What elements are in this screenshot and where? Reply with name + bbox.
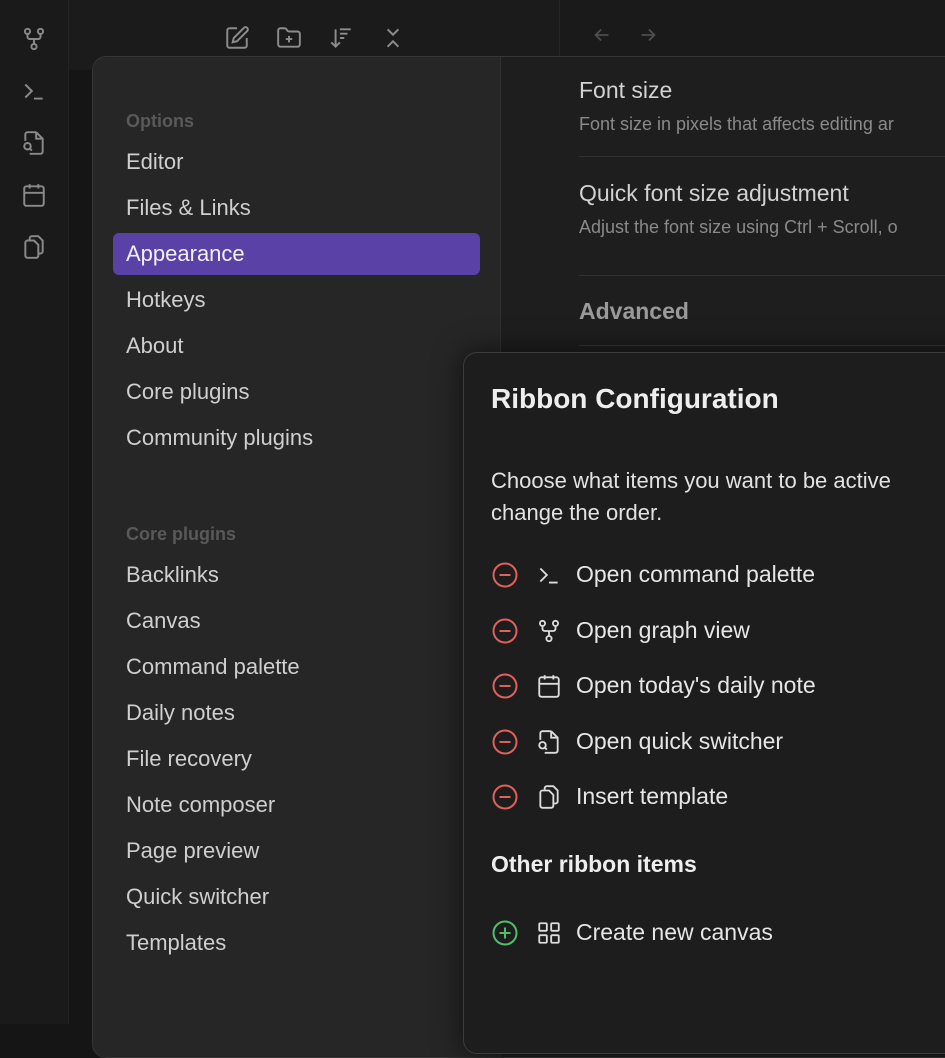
modal-description: Choose what items you want to be active … <box>491 465 945 529</box>
ribbon-item-label: Create new canvas <box>576 919 773 945</box>
sidebar-item-editor[interactable]: Editor <box>113 141 480 183</box>
sidebar-item-templates[interactable]: Templates <box>113 922 480 964</box>
ribbon-item-row: Open command palette <box>491 558 945 592</box>
sidebar-item-quick-switcher[interactable]: Quick switcher <box>113 876 480 918</box>
back-arrow-icon[interactable] <box>589 22 615 48</box>
sidebar-item-about[interactable]: About <box>113 325 480 367</box>
graph-icon[interactable] <box>20 25 48 53</box>
sidebar-item-daily-notes[interactable]: Daily notes <box>113 692 480 734</box>
ribbon-configuration-modal: Ribbon Configuration Choose what items y… <box>463 352 945 1054</box>
new-folder-icon[interactable] <box>275 24 303 52</box>
sidebar-item-files-links[interactable]: Files & Links <box>113 187 480 229</box>
remove-item-button[interactable] <box>491 672 519 700</box>
ribbon-item-row: Create new canvas <box>491 916 945 950</box>
ribbon-item-label: Open graph view <box>576 616 750 643</box>
advanced-heading: Advanced <box>579 298 689 324</box>
remove-item-button[interactable] <box>491 728 519 756</box>
sidebar-item-note-composer[interactable]: Note composer <box>113 784 480 826</box>
setting-divider <box>579 156 945 157</box>
ribbon-item-row: Open graph view <box>491 614 945 648</box>
ribbon-item-row: Open quick switcher <box>491 725 945 759</box>
sidebar-item-page-preview[interactable]: Page preview <box>113 830 480 872</box>
add-item-button[interactable] <box>491 919 519 947</box>
sidebar-section-heading: Options <box>126 111 194 131</box>
sidebar-section-heading: Core plugins <box>126 524 237 544</box>
sidebar-item-community-plugins[interactable]: Community plugins <box>113 417 480 459</box>
layout-grid-icon <box>535 919 563 947</box>
graph-icon <box>535 617 563 645</box>
copy-icon <box>535 783 563 811</box>
sort-icon[interactable] <box>327 24 355 52</box>
setting-divider <box>579 275 945 276</box>
forward-arrow-icon[interactable] <box>635 22 661 48</box>
settings-sidebar: Options Editor Files & Links Appearance Hotk… <box>93 57 501 1057</box>
modal-description-line: Choose what items you want to be active <box>491 468 891 493</box>
file-search-icon[interactable] <box>20 129 48 157</box>
sidebar-item-canvas[interactable]: Canvas <box>113 600 480 642</box>
copy-icon[interactable] <box>20 233 48 261</box>
ribbon-item-row: Insert template <box>491 780 945 814</box>
modal-title: Ribbon Configuration <box>491 383 779 414</box>
calendar-icon <box>535 672 563 700</box>
terminal-icon[interactable] <box>20 77 48 105</box>
modal-description-line: change the order. <box>491 500 663 525</box>
sidebar-item-backlinks[interactable]: Backlinks <box>113 554 480 596</box>
quick-font-setting-name: Quick font size adjustment <box>579 180 849 206</box>
file-search-icon <box>535 728 563 756</box>
terminal-icon <box>535 561 563 589</box>
ribbon-item-label: Open today's daily note <box>576 672 816 698</box>
new-note-icon[interactable] <box>223 24 251 52</box>
sidebar-item-core-plugins[interactable]: Core plugins <box>113 371 480 413</box>
other-ribbon-items-heading: Other ribbon items <box>491 851 697 877</box>
collapse-all-icon[interactable] <box>379 24 407 52</box>
font-size-setting-name: Font size <box>579 77 673 103</box>
remove-item-button[interactable] <box>491 783 519 811</box>
remove-item-button[interactable] <box>491 617 519 645</box>
font-size-setting-desc: Font size in pixels that affects editing… <box>579 114 894 134</box>
sidebar-item-command-palette[interactable]: Command palette <box>113 646 480 688</box>
left-ribbon <box>0 0 69 1024</box>
ribbon-item-row: Open today's daily note <box>491 669 945 703</box>
quick-font-setting-desc: Adjust the font size using Ctrl + Scroll… <box>579 217 898 237</box>
calendar-icon[interactable] <box>20 181 48 209</box>
sidebar-item-file-recovery[interactable]: File recovery <box>113 738 480 780</box>
sidebar-item-appearance[interactable]: Appearance <box>113 233 480 275</box>
ribbon-item-label: Insert template <box>576 783 729 809</box>
ribbon-item-label: Open command palette <box>576 561 816 587</box>
setting-divider <box>579 345 945 346</box>
remove-item-button[interactable] <box>491 561 519 589</box>
sidebar-item-hotkeys[interactable]: Hotkeys <box>113 279 480 321</box>
ribbon-item-label: Open quick switcher <box>576 727 784 754</box>
